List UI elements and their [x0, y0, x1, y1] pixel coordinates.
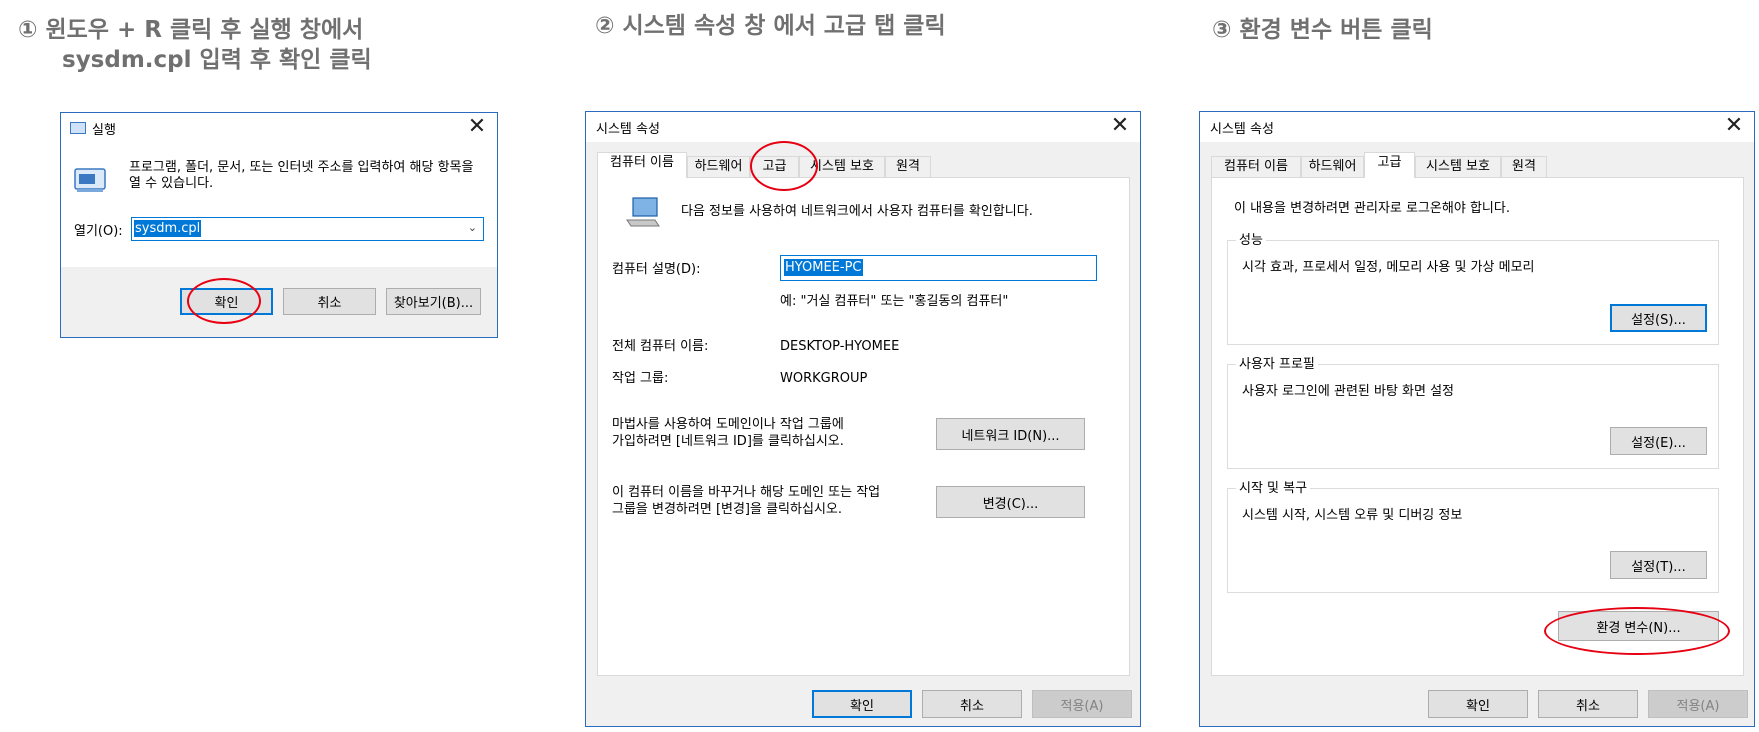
performance-label: 성능	[1236, 232, 1266, 249]
workgroup-label: 작업 그룹:	[612, 371, 669, 386]
fullname-value: DESKTOP-HYOMEE	[780, 339, 900, 354]
sysprops2-apply-button[interactable]: 적용(A)	[1648, 690, 1748, 718]
sysprops2-titlebar: 시스템 속성 ✕	[1200, 112, 1754, 142]
tab-remote[interactable]: 원격	[885, 156, 931, 177]
startup-recovery-text: 시스템 시작, 시스템 오류 및 디버깅 정보	[1242, 508, 1463, 523]
change-text-line1: 이 컴퓨터 이름을 바꾸거나 해당 도메인 또는 작업	[612, 485, 881, 500]
performance-group: 성능 시각 효과, 프로세서 일정, 메모리 사용 및 가상 메모리 설정(S)…	[1227, 232, 1719, 345]
tab-advanced[interactable]: 고급	[1364, 152, 1415, 178]
sysprops1-ok-button[interactable]: 확인	[812, 690, 912, 718]
step1-caption-line2: sysdm.cpl 입력 후 확인 클릭	[62, 47, 372, 73]
run-dialog-title: 실행	[92, 122, 116, 138]
tab-hardware[interactable]: 하드웨어	[687, 156, 750, 177]
sysprops2-ok-button[interactable]: 확인	[1428, 690, 1528, 718]
sysprops-dialog-computer-name: 시스템 속성 ✕ 컴퓨터 이름 하드웨어 고급 시스템 보호 원격 다음 정보를…	[585, 111, 1141, 727]
computer-icon	[626, 197, 660, 227]
sysprops2-title: 시스템 속성	[1210, 121, 1274, 137]
sysprops1-title: 시스템 속성	[596, 121, 660, 137]
desc-input[interactable]: HYOMEE-PC	[780, 255, 1097, 281]
tab-hardware[interactable]: 하드웨어	[1301, 156, 1364, 177]
network-id-button[interactable]: 네트워크 ID(N)...	[936, 418, 1085, 450]
startup-recovery-label: 시작 및 복구	[1236, 480, 1311, 497]
sysprops1-tabs: 컴퓨터 이름 하드웨어 고급 시스템 보호 원격	[597, 152, 1117, 178]
run-app-icon	[70, 122, 86, 134]
sysprops1-cancel-button[interactable]: 취소	[922, 690, 1022, 718]
run-dialog-titlebar: 실행 ✕	[61, 113, 497, 143]
run-ok-button[interactable]: 확인	[180, 288, 273, 315]
desc-label: 컴퓨터 설명(D):	[612, 262, 701, 277]
intro-text: 다음 정보를 사용하여 네트워크에서 사용자 컴퓨터를 확인합니다.	[681, 204, 1033, 219]
open-input[interactable]: sysdm.cpl ⌄	[131, 217, 484, 241]
tab-computer-name[interactable]: 컴퓨터 이름	[1211, 156, 1301, 177]
user-profile-text: 사용자 로그인에 관련된 바탕 화면 설정	[1242, 384, 1455, 399]
sysprops1-apply-button[interactable]: 적용(A)	[1032, 690, 1132, 718]
workgroup-value: WORKGROUP	[780, 371, 868, 386]
tab-advanced[interactable]: 고급	[750, 156, 799, 177]
fullname-label: 전체 컴퓨터 이름:	[612, 339, 709, 354]
open-input-value: sysdm.cpl	[134, 220, 202, 237]
sysprops1-titlebar: 시스템 속성 ✕	[586, 112, 1140, 142]
network-text-line2: 가입하려면 [네트워크 ID]를 클릭하십시오.	[612, 434, 844, 449]
close-icon[interactable]: ✕	[1108, 115, 1132, 139]
sysprops2-tabs: 컴퓨터 이름 하드웨어 고급 시스템 보호 원격	[1211, 152, 1731, 178]
run-browse-button[interactable]: 찾아보기(B)...	[386, 288, 481, 315]
network-text-line1: 마법사를 사용하여 도메인이나 작업 그룹에	[612, 417, 844, 432]
tab-system-protection[interactable]: 시스템 보호	[1415, 156, 1501, 177]
close-icon[interactable]: ✕	[465, 116, 489, 140]
example-text: 예: "거실 컴퓨터" 또는 "홍길동의 컴퓨터"	[780, 294, 1009, 309]
open-label: 열기(O):	[74, 224, 123, 239]
step3-caption: ③ 환경 변수 버튼 클릭	[1212, 17, 1433, 43]
performance-settings-button[interactable]: 설정(S)...	[1610, 304, 1707, 332]
sysprops1-panel: 다음 정보를 사용하여 네트워크에서 사용자 컴퓨터를 확인합니다. 컴퓨터 설…	[597, 177, 1130, 676]
environment-variables-button[interactable]: 환경 변수(N)...	[1558, 611, 1719, 641]
run-cancel-button[interactable]: 취소	[283, 288, 376, 315]
user-profile-label: 사용자 프로필	[1236, 356, 1318, 373]
sysprops2-cancel-button[interactable]: 취소	[1538, 690, 1638, 718]
chevron-down-icon[interactable]: ⌄	[468, 221, 477, 234]
startup-recovery-group: 시작 및 복구 시스템 시작, 시스템 오류 및 디버깅 정보 설정(T)...	[1227, 480, 1719, 593]
performance-text: 시각 효과, 프로세서 일정, 메모리 사용 및 가상 메모리	[1242, 260, 1535, 275]
run-description: 프로그램, 폴더, 문서, 또는 인터넷 주소를 입력하여 해당 항목을 열 수…	[129, 160, 474, 191]
admin-note: 이 내용을 변경하려면 관리자로 로그온해야 합니다.	[1234, 201, 1510, 216]
tab-system-protection[interactable]: 시스템 보호	[799, 156, 885, 177]
step1-caption-line1: ① 윈도우 + R 클릭 후 실행 창에서	[18, 17, 364, 43]
user-profile-group: 사용자 프로필 사용자 로그인에 관련된 바탕 화면 설정 설정(E)...	[1227, 356, 1719, 469]
change-button[interactable]: 변경(C)...	[936, 486, 1085, 518]
startup-recovery-settings-button[interactable]: 설정(T)...	[1610, 551, 1707, 579]
desc-input-value: HYOMEE-PC	[784, 259, 863, 276]
tab-computer-name[interactable]: 컴퓨터 이름	[597, 152, 687, 178]
change-text-line2: 그룹을 변경하려면 [변경]을 클릭하십시오.	[612, 502, 842, 517]
run-body: 프로그램, 폴더, 문서, 또는 인터넷 주소를 입력하여 해당 항목을 열 수…	[61, 143, 497, 267]
step2-caption: ② 시스템 속성 창 에서 고급 탭 클릭	[595, 13, 946, 39]
user-profile-settings-button[interactable]: 설정(E)...	[1610, 427, 1707, 455]
close-icon[interactable]: ✕	[1722, 115, 1746, 139]
tab-remote[interactable]: 원격	[1501, 156, 1547, 177]
sysprops2-panel: 이 내용을 변경하려면 관리자로 로그온해야 합니다. 성능 시각 효과, 프로…	[1211, 177, 1744, 676]
sysprops-dialog-advanced: 시스템 속성 ✕ 컴퓨터 이름 하드웨어 고급 시스템 보호 원격 이 내용을 …	[1199, 111, 1755, 727]
run-large-icon	[74, 168, 106, 192]
run-dialog: 실행 ✕ 프로그램, 폴더, 문서, 또는 인터넷 주소를 입력하여 해당 항목…	[60, 112, 498, 338]
